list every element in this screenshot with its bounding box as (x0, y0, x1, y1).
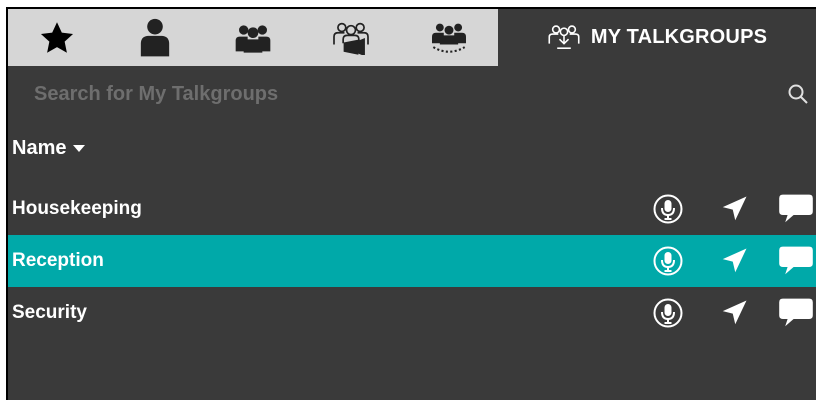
location-arrow-icon[interactable] (716, 194, 752, 224)
talkgroup-name: Housekeeping (12, 198, 142, 219)
row-actions (650, 245, 816, 277)
dynamic-group-icon (432, 23, 466, 53)
broadcast-group-icon (333, 22, 369, 55)
microphone-icon[interactable] (650, 193, 686, 225)
list-item[interactable]: Housekeeping (8, 183, 816, 235)
search-bar (8, 66, 816, 122)
talkgroup-list: Housekeeping Reception Security (8, 183, 816, 339)
tab-my-talkgroups[interactable]: MY TALKGROUPS (498, 9, 816, 66)
list-item-selected[interactable]: Reception (8, 235, 816, 287)
name-column-header[interactable]: Name (12, 131, 86, 165)
star-icon (40, 21, 74, 53)
tab-bar: MY TALKGROUPS (8, 9, 816, 66)
talkgroups-panel: MY TALKGROUPS Name Housekeeping (6, 7, 816, 400)
name-column-label: Name (12, 136, 67, 159)
user-icon (140, 18, 170, 56)
message-icon[interactable] (776, 193, 816, 225)
location-arrow-icon[interactable] (716, 246, 752, 276)
message-icon[interactable] (776, 297, 816, 329)
talkgroup-name: Reception (12, 250, 104, 271)
tab-my-talkgroups-label: MY TALKGROUPS (590, 26, 768, 48)
tab-contacts[interactable] (106, 9, 204, 66)
location-arrow-icon[interactable] (716, 298, 752, 328)
tab-groups[interactable] (204, 9, 302, 66)
my-talkgroups-icon (548, 24, 580, 49)
tab-dynamic-groups[interactable] (400, 9, 498, 66)
microphone-icon[interactable] (650, 297, 686, 329)
row-actions (650, 193, 816, 225)
tab-favorites[interactable] (8, 9, 106, 66)
search-input[interactable] (32, 73, 786, 115)
sort-down-icon (73, 145, 86, 152)
row-actions (650, 297, 816, 329)
tab-broadcast-groups[interactable] (302, 9, 400, 66)
message-icon[interactable] (776, 245, 816, 277)
search-icon[interactable] (786, 82, 810, 106)
microphone-icon[interactable] (650, 245, 686, 277)
talkgroup-name: Security (12, 302, 87, 323)
list-item[interactable]: Security (8, 287, 816, 339)
group-icon (235, 24, 271, 53)
